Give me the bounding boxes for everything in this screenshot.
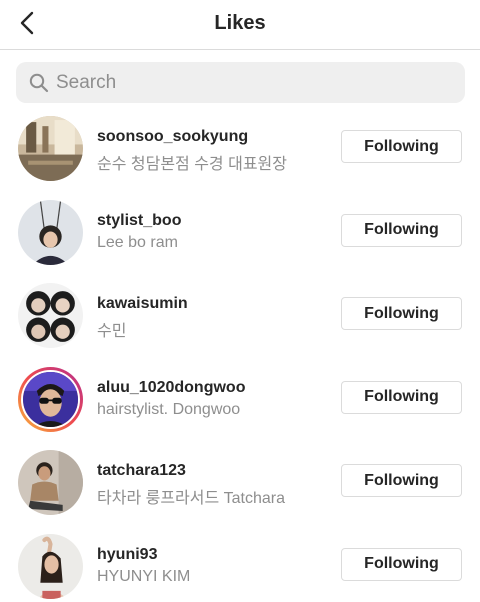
username[interactable]: soonsoo_sookyung <box>97 128 248 146</box>
full-name: HYUNYI KIM <box>97 567 191 585</box>
avatar-photo-icon <box>18 533 83 599</box>
full-name: 순수 청담본점 수경 대표원장 <box>97 156 287 173</box>
following-button[interactable]: Following <box>341 547 462 581</box>
search-bar[interactable] <box>16 62 465 103</box>
following-button[interactable]: Following <box>341 130 462 163</box>
search-icon <box>29 73 49 93</box>
avatar[interactable] <box>18 199 83 265</box>
avatar[interactable] <box>18 283 83 349</box>
username[interactable]: hyuni93 <box>97 546 157 564</box>
list-item[interactable]: aluu_1020dongwoo hairstylist. Dongwoo Fo… <box>0 364 480 448</box>
following-button[interactable]: Following <box>341 297 462 331</box>
search-input[interactable] <box>56 67 446 98</box>
following-button[interactable]: Following <box>341 380 462 414</box>
page-title: Likes <box>214 12 266 34</box>
avatar-photo-icon <box>18 199 83 265</box>
list-item[interactable]: hyuni93 HYUNYI KIM Following <box>0 531 480 602</box>
avatar <box>21 369 80 429</box>
avatar[interactable] <box>18 450 83 516</box>
full-name: 수민 <box>97 323 127 341</box>
list-item[interactable]: soonsoo_sookyung 순수 청담본점 수경 대표원장 Followi… <box>0 113 480 197</box>
username[interactable]: aluu_1020dongwoo <box>97 379 245 397</box>
full-name: Lee bo ram <box>97 233 178 251</box>
full-name: hairstylist. Dongwoo <box>97 400 241 418</box>
following-button[interactable]: Following <box>341 464 462 498</box>
top-bar: Likes <box>0 0 480 50</box>
list-item[interactable]: tatchara123 타차라 룽프라서드 Tatchara Following <box>0 447 480 531</box>
username[interactable]: stylist_boo <box>97 212 181 230</box>
avatar-photo-icon <box>23 371 78 427</box>
username[interactable]: tatchara123 <box>97 462 186 480</box>
avatar-photo-icon <box>18 116 83 181</box>
list-item[interactable]: stylist_boo Lee bo ram Following <box>0 197 480 281</box>
full-name: 타차라 룽프라서드 Tatchara <box>97 490 286 508</box>
likes-list: soonsoo_sookyung 순수 청담본점 수경 대표원장 Followi… <box>0 113 480 602</box>
avatar-photo-icon <box>18 283 83 349</box>
avatar-photo-icon <box>18 450 83 516</box>
username[interactable]: kawaisumin <box>97 295 188 313</box>
avatar-story-ring[interactable] <box>18 366 83 432</box>
avatar[interactable] <box>18 533 83 599</box>
list-item[interactable]: kawaisumin 수민 Following <box>0 280 480 364</box>
avatar[interactable] <box>18 116 83 181</box>
following-button[interactable]: Following <box>341 213 462 247</box>
